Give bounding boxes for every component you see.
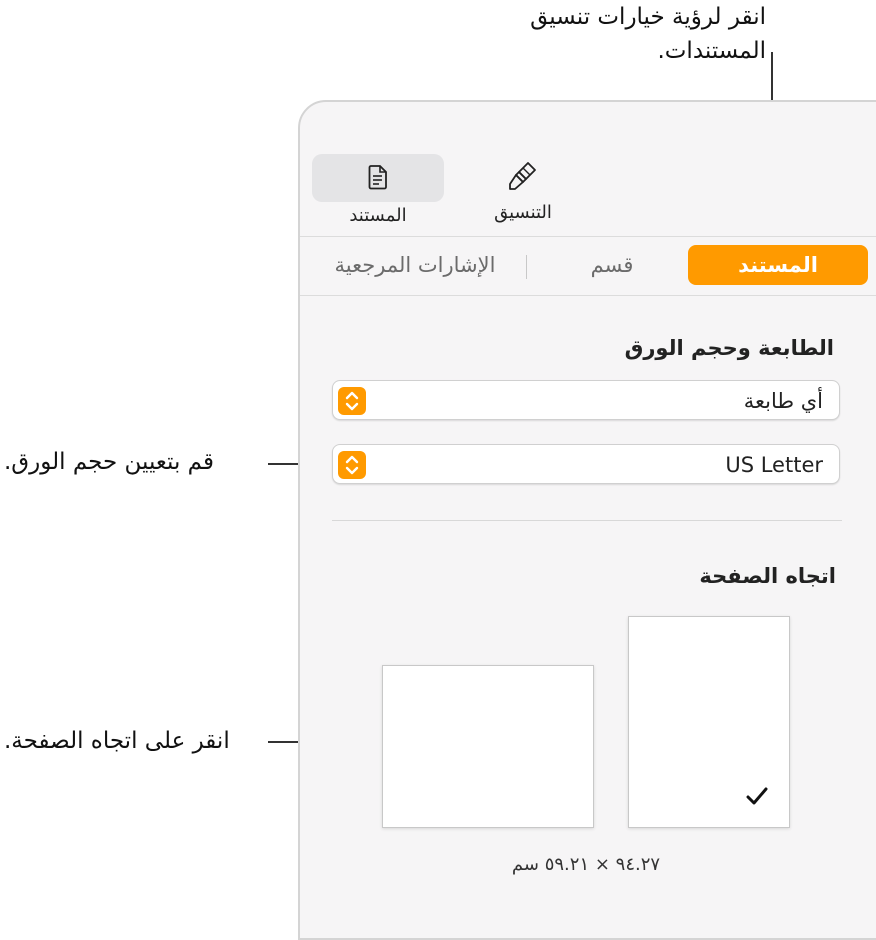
stepper-icon [338,451,366,479]
orientation-landscape[interactable] [382,665,594,828]
callout-document-options: انقر لرؤية خيارات تنسيق المستندات. [530,4,766,64]
callout-orientation: انقر على اتجاه الصفحة. [4,728,230,754]
callout-paper-size: قم بتعيين حجم الورق. [4,449,214,475]
printer-paper-heading: الطابعة وحجم الورق [624,336,834,360]
format-toolbar-label: التنسيق [494,202,552,223]
callout-document-options-line1: انقر لرؤية خيارات تنسيق [530,4,766,30]
printer-value: أي طابعة [743,389,823,413]
tab-separator [526,255,527,279]
document-icon [312,154,444,194]
paper-size-value: US Letter [725,453,823,477]
printer-popup[interactable]: أي طابعة [332,380,840,420]
checkmark-icon [745,785,769,811]
tab-bookmarks[interactable]: الإشارات المرجعية [310,245,520,285]
inspector-tabs: المستند قسم الإشارات المرجعية [300,236,876,296]
format-toolbar-button[interactable]: التنسيق [468,160,578,223]
inspector-panel: المستند التنسيق ن المستند قسم الإشارات ا… [298,100,876,940]
callout-document-options-line2: المستندات. [657,38,766,64]
document-toolbar-button[interactable] [312,154,444,202]
tab-document[interactable]: المستند [688,245,868,285]
paper-size-popup[interactable]: US Letter [332,444,840,484]
stepper-icon [338,387,366,415]
section-divider [332,520,842,521]
paintbrush-icon [468,160,578,196]
orientation-portrait[interactable] [628,616,790,828]
document-toolbar-label: المستند [349,205,407,226]
page-dimensions: ٩٤.٢٧ × ٥٩.٢١ سم [511,854,661,875]
orientation-heading: اتجاه الصفحة [699,564,836,588]
tab-section[interactable]: قسم [562,245,662,285]
